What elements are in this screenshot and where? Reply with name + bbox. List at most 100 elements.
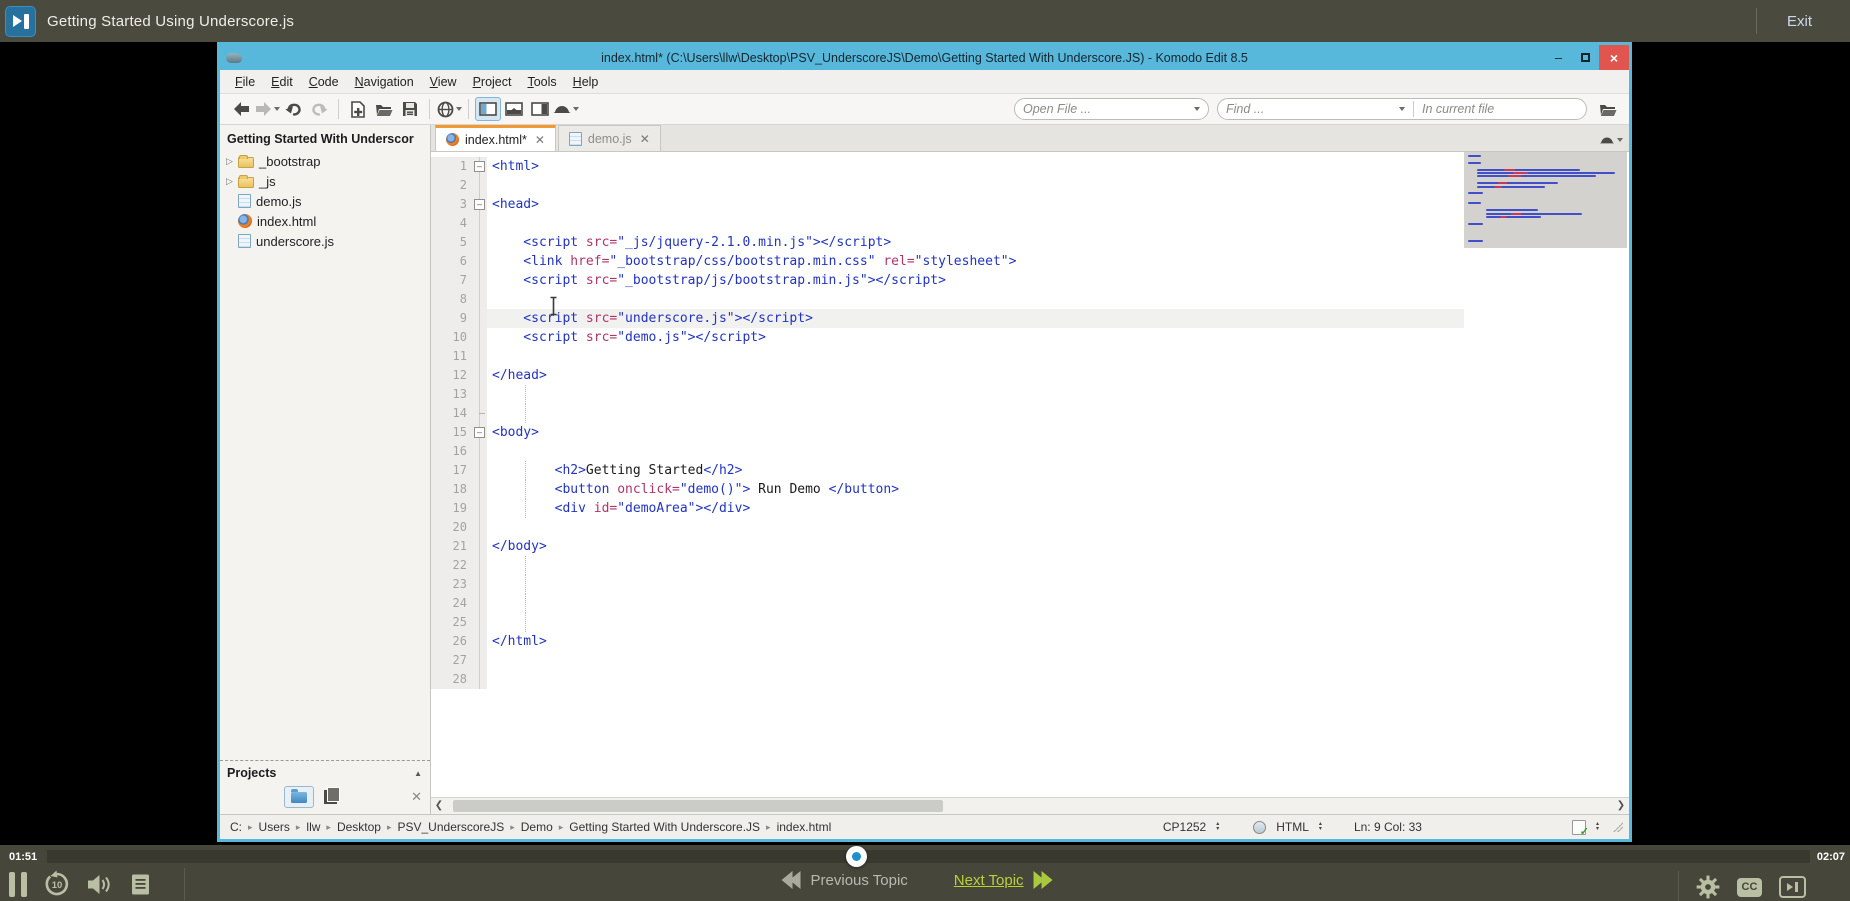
breadcrumb-item[interactable]: Users bbox=[259, 820, 290, 834]
find-combobox[interactable]: Find ... In current file bbox=[1217, 98, 1587, 120]
back-button[interactable] bbox=[228, 97, 254, 121]
code-line-13[interactable]: 13 bbox=[431, 385, 1464, 404]
code-line-7[interactable]: 7 <script src="_bootstrap/js/bootstrap.m… bbox=[431, 271, 1464, 290]
browse-folder-button[interactable] bbox=[1595, 97, 1621, 121]
open-file-combobox[interactable]: Open File ... bbox=[1014, 98, 1209, 120]
breadcrumb-item[interactable]: llw bbox=[306, 820, 320, 834]
code-line-11[interactable]: 11 bbox=[431, 347, 1464, 366]
tree-item-demo-js[interactable]: demo.js bbox=[220, 191, 430, 211]
code-line-17[interactable]: 17 <h2>Getting Started</h2> bbox=[431, 461, 1464, 480]
code-line-16[interactable]: 16 bbox=[431, 442, 1464, 461]
floating-widgets-icon[interactable] bbox=[1599, 135, 1615, 145]
next-topic-button[interactable]: Next Topic bbox=[954, 871, 1050, 889]
window-title-bar[interactable]: index.html* (C:\Users\llw\Desktop\PSV_Un… bbox=[220, 45, 1629, 70]
close-tab-icon[interactable]: ✕ bbox=[535, 133, 545, 147]
code-line-4[interactable]: 4 bbox=[431, 214, 1464, 233]
collapse-projects-icon[interactable]: ▲ bbox=[414, 769, 422, 778]
volume-button[interactable] bbox=[87, 873, 113, 896]
rewind-10-button[interactable]: 10 bbox=[43, 870, 71, 898]
code-line-27[interactable]: 27 bbox=[431, 651, 1464, 670]
menu-view[interactable]: View bbox=[423, 72, 464, 92]
code-line-23[interactable]: 23 bbox=[431, 575, 1464, 594]
previous-topic-button[interactable]: Previous Topic bbox=[785, 871, 908, 889]
code-line-24[interactable]: 24 bbox=[431, 594, 1464, 613]
menu-edit[interactable]: Edit bbox=[264, 72, 300, 92]
tree-item-index-html[interactable]: index.html bbox=[220, 211, 430, 231]
scroll-left-arrow[interactable]: ❮ bbox=[431, 798, 447, 814]
code-line-2[interactable]: 2 bbox=[431, 176, 1464, 195]
code-line-21[interactable]: 21</body> bbox=[431, 537, 1464, 556]
code-line-14[interactable]: 14 bbox=[431, 404, 1464, 423]
code-line-6[interactable]: 6 <link href="_bootstrap/css/bootstrap.m… bbox=[431, 252, 1464, 271]
fold-marker[interactable]: – bbox=[474, 199, 485, 210]
code-line-3[interactable]: 3–<head> bbox=[431, 195, 1464, 214]
menu-tools[interactable]: Tools bbox=[520, 72, 563, 92]
playhead-handle[interactable] bbox=[846, 846, 867, 867]
language-spinner[interactable]: ▴▾ bbox=[1319, 822, 1322, 832]
breadcrumb-item[interactable]: Desktop bbox=[337, 820, 381, 834]
breadcrumb-item[interactable]: Demo bbox=[521, 820, 553, 834]
menu-navigation[interactable]: Navigation bbox=[348, 72, 421, 92]
redo-button[interactable] bbox=[306, 97, 332, 121]
toggle-panel-button[interactable] bbox=[1779, 876, 1806, 898]
encoding-indicator[interactable]: CP1252 bbox=[1163, 820, 1206, 834]
sync-status-icon[interactable] bbox=[1572, 820, 1586, 835]
resize-grip[interactable] bbox=[1613, 822, 1623, 832]
toggle-bottom-pane-button[interactable] bbox=[501, 97, 527, 121]
encoding-spinner[interactable]: ▴▾ bbox=[1216, 822, 1219, 832]
fold-marker[interactable]: – bbox=[474, 161, 485, 172]
new-file-button[interactable] bbox=[345, 97, 371, 121]
toggle-right-pane-button[interactable] bbox=[527, 97, 553, 121]
floating-widgets-button[interactable] bbox=[553, 97, 579, 121]
fold-marker[interactable]: – bbox=[474, 427, 485, 438]
horizontal-scrollbar[interactable]: ❮ ❯ bbox=[431, 797, 1629, 814]
save-button[interactable] bbox=[397, 97, 423, 121]
code-line-22[interactable]: 22 bbox=[431, 556, 1464, 575]
tree-item-_bootstrap[interactable]: ▷_bootstrap bbox=[220, 151, 430, 171]
code-line-9[interactable]: 9 <script src="underscore.js"></script> bbox=[431, 309, 1464, 328]
breadcrumb-item[interactable]: PSV_UnderscoreJS bbox=[398, 820, 505, 834]
pause-button[interactable] bbox=[9, 872, 27, 897]
forward-button[interactable] bbox=[254, 97, 280, 121]
code-line-12[interactable]: 12</head> bbox=[431, 366, 1464, 385]
breadcrumb-item[interactable]: C: bbox=[230, 820, 242, 834]
undo-button[interactable] bbox=[280, 97, 306, 121]
breadcrumb-item[interactable]: Getting Started With Underscore.JS bbox=[569, 820, 760, 834]
tab-index-html[interactable]: index.html* ✕ bbox=[435, 125, 556, 151]
scrollbar-thumb[interactable] bbox=[453, 800, 943, 812]
preview-in-browser-button[interactable] bbox=[436, 97, 462, 121]
tab-demo-js[interactable]: demo.js ✕ bbox=[558, 125, 661, 151]
find-scope-field[interactable]: In current file bbox=[1414, 99, 1502, 119]
open-file-button[interactable] bbox=[371, 97, 397, 121]
code-line-1[interactable]: 1–<html> bbox=[431, 157, 1464, 176]
code-line-15[interactable]: 15–<body> bbox=[431, 423, 1464, 442]
close-tab-icon[interactable]: ✕ bbox=[640, 132, 650, 146]
closed-captions-button[interactable]: CC bbox=[1737, 878, 1762, 897]
code-area[interactable]: 1–<html>23–<head>45 <script src="_js/jqu… bbox=[431, 152, 1464, 797]
editor-pane[interactable]: 1–<html>23–<head>45 <script src="_js/jqu… bbox=[431, 152, 1629, 797]
tree-item-underscore-js[interactable]: underscore.js bbox=[220, 231, 430, 251]
projects-list-icon[interactable] bbox=[324, 790, 337, 804]
code-line-28[interactable]: 28 bbox=[431, 670, 1464, 689]
transcript-button[interactable] bbox=[129, 873, 152, 896]
close-button[interactable]: × bbox=[1599, 45, 1629, 70]
tree-item-_js[interactable]: ▷_js bbox=[220, 171, 430, 191]
projects-folder-button[interactable] bbox=[284, 786, 314, 808]
code-minimap[interactable] bbox=[1464, 152, 1627, 248]
sync-spinner[interactable]: ▴▾ bbox=[1596, 822, 1599, 832]
language-indicator[interactable]: HTML bbox=[1276, 820, 1309, 834]
exit-button[interactable]: Exit bbox=[1787, 13, 1812, 30]
code-line-19[interactable]: 19 <div id="demoArea"></div> bbox=[431, 499, 1464, 518]
chevron-down-icon[interactable] bbox=[1399, 107, 1405, 111]
breadcrumb-item[interactable]: index.html bbox=[777, 820, 832, 834]
chevron-down-icon[interactable] bbox=[1194, 107, 1200, 111]
menu-help[interactable]: Help bbox=[566, 72, 606, 92]
code-line-20[interactable]: 20 bbox=[431, 518, 1464, 537]
menu-project[interactable]: Project bbox=[466, 72, 519, 92]
code-line-5[interactable]: 5 <script src="_js/jquery-2.1.0.min.js">… bbox=[431, 233, 1464, 252]
settings-gear-icon[interactable] bbox=[1696, 875, 1720, 899]
code-line-26[interactable]: 26</html> bbox=[431, 632, 1464, 651]
scroll-right-arrow[interactable]: ❯ bbox=[1613, 798, 1629, 814]
code-line-18[interactable]: 18 <button onclick="demo()"> Run Demo </… bbox=[431, 480, 1464, 499]
menu-code[interactable]: Code bbox=[302, 72, 346, 92]
